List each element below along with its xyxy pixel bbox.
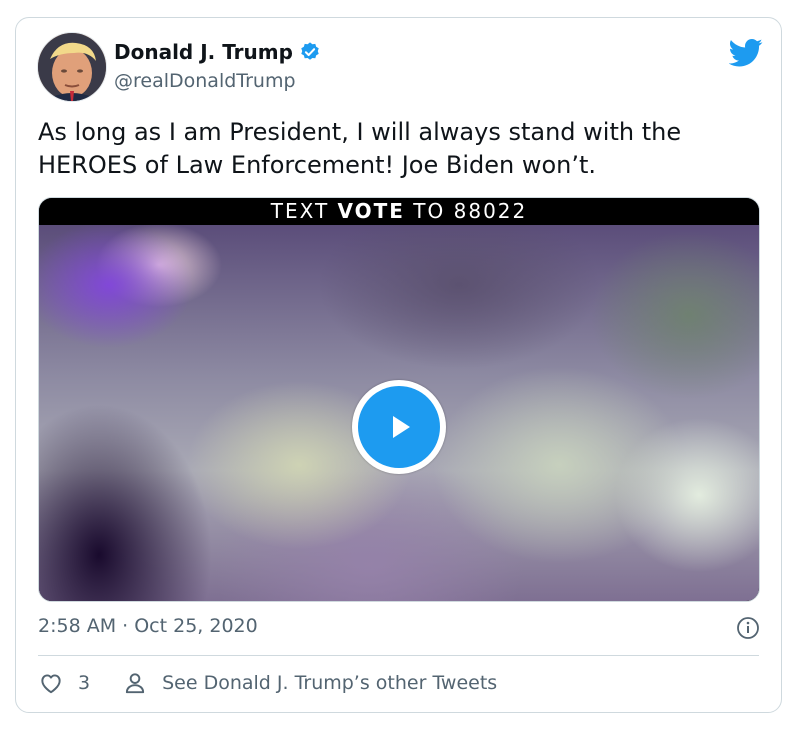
play-icon [393, 416, 410, 438]
banner-bold: VOTE [337, 199, 405, 223]
tweet-timestamp[interactable]: 2:58 AM · Oct 25, 2020 [38, 615, 258, 637]
tweet-actions: 3 See Donald J. Trump’s other Tweets [38, 670, 497, 696]
author-name[interactable]: Donald J. Trump [114, 40, 293, 64]
author-handle[interactable]: @realDonaldTrump [114, 70, 296, 92]
banner-suffix: TO 88022 [404, 199, 528, 223]
avatar-image [38, 33, 106, 101]
avatar[interactable] [37, 32, 107, 102]
video-thumbnail[interactable] [39, 225, 759, 601]
twitter-bird-icon[interactable] [729, 38, 763, 68]
play-button-inner [358, 386, 440, 468]
tweet-card: Donald J. Trump @realDonaldTrump As long… [15, 17, 782, 713]
heart-icon [41, 674, 61, 694]
banner-prefix: TEXT [270, 199, 338, 223]
play-button[interactable] [352, 380, 446, 474]
tweet-text: As long as I am President, I will always… [38, 118, 682, 179]
other-tweets-label: See Donald J. Trump’s other Tweets [162, 672, 498, 694]
author-name-row[interactable]: Donald J. Trump [114, 40, 321, 64]
video-player[interactable]: TEXT VOTE TO 88022 [38, 197, 760, 602]
like-button[interactable]: 3 [38, 670, 90, 696]
video-banner: TEXT VOTE TO 88022 [39, 198, 759, 225]
like-count: 3 [78, 672, 91, 694]
divider [38, 655, 759, 656]
other-tweets-link[interactable]: See Donald J. Trump’s other Tweets [122, 670, 497, 696]
info-icon[interactable] [736, 616, 760, 640]
verified-badge-icon [301, 42, 319, 60]
person-icon [125, 673, 145, 694]
